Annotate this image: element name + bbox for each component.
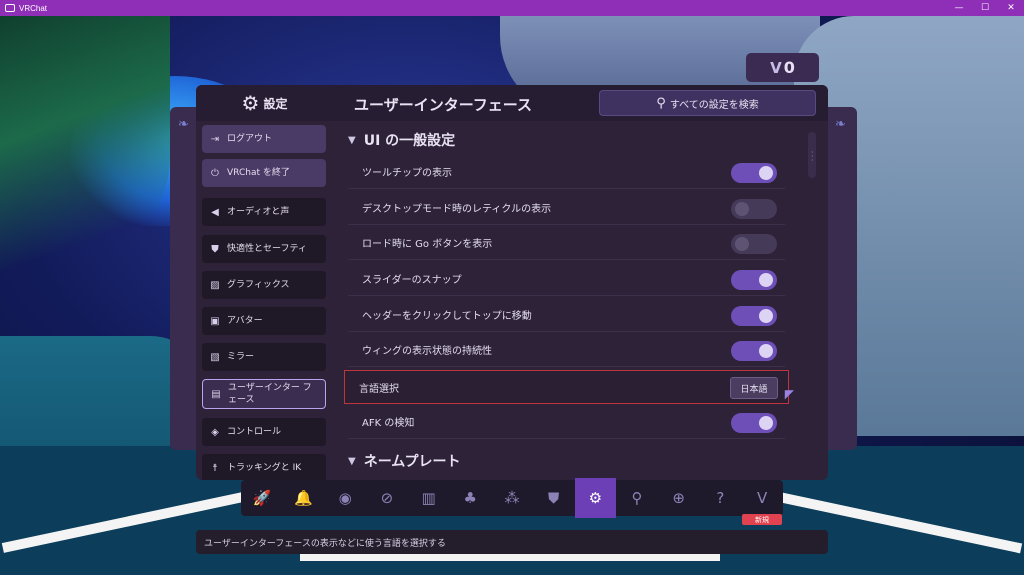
desktop-reticle-toggle[interactable] bbox=[731, 199, 777, 219]
setting-row: AFK の検知 bbox=[348, 405, 785, 439]
window-title: VRChat bbox=[19, 3, 48, 13]
sidebar-item-logout[interactable]: ⇥ ログアウト bbox=[202, 125, 326, 153]
avatar-book-icon: ▥ bbox=[421, 489, 436, 507]
gear-icon: ⚙ bbox=[241, 91, 260, 115]
sidebar-item-comfort-safety[interactable]: ⛊ 快適性とセーフティ bbox=[202, 235, 326, 263]
wing-persistence-toggle[interactable] bbox=[731, 341, 777, 361]
tooltip-toggle[interactable] bbox=[731, 163, 777, 183]
setting-row: ツールチップの表示 bbox=[348, 155, 785, 189]
shield-icon: ⛊ bbox=[211, 243, 219, 255]
new-badge: 新規 bbox=[742, 514, 782, 525]
settings-panel: ⚙ 設定 ユーザーインターフェース ⚲ すべての設定を検索 ⇥ ログアウト ⏻ … bbox=[196, 85, 828, 480]
vrc-currency-badge[interactable]: V 0 bbox=[746, 53, 819, 82]
vrchat-app-icon bbox=[5, 4, 15, 12]
window-titlebar: VRChat — ☐ ✕ bbox=[0, 0, 1024, 16]
minimize-button[interactable]: — bbox=[946, 0, 972, 16]
tooltip-description: ユーザーインターフェースの表示などに使う言語を選択する bbox=[196, 530, 828, 554]
network-icon: ⁂ bbox=[504, 489, 520, 507]
add-icon: ⊕ bbox=[672, 489, 685, 507]
settings-label: 設定 bbox=[263, 96, 288, 111]
compass-icon: ⊘ bbox=[380, 489, 394, 507]
sidebar-item-avatar[interactable]: ▣ アバター bbox=[202, 307, 326, 335]
wing-feather-icon: ❧ bbox=[835, 117, 846, 132]
vrchat-plus-button[interactable]: V bbox=[741, 480, 783, 516]
maximize-button[interactable]: ☐ bbox=[972, 0, 998, 16]
avatars-button[interactable]: ▥ bbox=[408, 480, 450, 516]
chevron-down-icon: ▼ bbox=[348, 134, 356, 146]
wing-feather-icon: ❧ bbox=[178, 117, 189, 132]
search-label: すべての設定を検索 bbox=[669, 99, 759, 111]
group-icon: ♣ bbox=[463, 489, 477, 507]
page-title: ユーザーインターフェース bbox=[354, 96, 533, 114]
sidebar-item-audio[interactable]: ◀ オーディオと声 bbox=[202, 198, 326, 226]
social-button[interactable]: ⁂ bbox=[491, 480, 533, 516]
profile-icon: ◉ bbox=[338, 489, 352, 507]
search-icon: ⚲ bbox=[631, 489, 643, 507]
slider-snap-toggle[interactable] bbox=[731, 270, 777, 290]
sidebar-item-mirror[interactable]: ▧ ミラー bbox=[202, 343, 326, 371]
worlds-button[interactable]: ⊘ bbox=[366, 480, 408, 516]
sidebar-item-tracking-ik[interactable]: ☨ トラッキングと IK bbox=[202, 454, 326, 480]
safety-shield-icon: ⛊ bbox=[548, 489, 560, 507]
settings-button[interactable]: ⚙ bbox=[574, 478, 617, 518]
launchpad-button[interactable]: 🚀 bbox=[241, 480, 283, 516]
settings-heading: ⚙ 設定 bbox=[196, 85, 333, 121]
rocket-icon: 🚀 bbox=[252, 489, 272, 507]
logout-icon: ⇥ bbox=[210, 133, 220, 145]
search-icon: ⚲ bbox=[656, 95, 666, 111]
right-wing[interactable]: ❧ bbox=[827, 107, 857, 450]
mouse-cursor-icon: ◤ bbox=[784, 387, 794, 401]
help-button[interactable]: ? bbox=[700, 480, 742, 516]
section-header-ui-general[interactable]: ▼ UI の一般設定 bbox=[348, 130, 455, 150]
panel-header: ⚙ 設定 ユーザーインターフェース ⚲ すべての設定を検索 bbox=[196, 85, 828, 121]
help-icon: ? bbox=[716, 489, 725, 507]
sidebar-item-controls[interactable]: ◈ コントロール bbox=[202, 418, 326, 446]
vrchat-plus-icon: V bbox=[756, 489, 768, 507]
avatar-icon: ▣ bbox=[210, 315, 220, 327]
section-header-nameplate[interactable]: ▼ ネームプレート bbox=[348, 451, 460, 471]
power-icon: ⏻ bbox=[211, 167, 219, 179]
scroll-grip-icon: · · · bbox=[811, 148, 814, 165]
language-select[interactable]: 日本語 bbox=[730, 377, 778, 399]
setting-row: ウィングの表示状態の持続性 bbox=[348, 333, 785, 367]
setting-row: ヘッダーをクリックしてトップに移動 bbox=[348, 298, 785, 332]
notifications-button[interactable]: 🔔 bbox=[283, 480, 325, 516]
setting-row-language[interactable]: 言語選択 日本語 ◤ bbox=[344, 370, 794, 404]
mirror-icon: ▧ bbox=[210, 351, 220, 363]
close-button[interactable]: ✕ bbox=[998, 0, 1024, 16]
safety-button[interactable]: ⛊ bbox=[533, 480, 575, 516]
vrc-credits-icon: V bbox=[770, 58, 782, 77]
search-button[interactable]: ⚲ bbox=[616, 480, 658, 516]
go-button-toggle[interactable] bbox=[731, 234, 777, 254]
afk-detection-toggle[interactable] bbox=[731, 413, 777, 433]
bell-icon: 🔔 bbox=[294, 489, 313, 507]
profile-button[interactable]: ◉ bbox=[324, 480, 366, 516]
add-button[interactable]: ⊕ bbox=[658, 480, 700, 516]
currency-amount: 0 bbox=[783, 58, 795, 77]
sidebar-item-graphics[interactable]: ▨ グラフィックス bbox=[202, 271, 326, 299]
setting-row: ロード時に Go ボタンを表示 bbox=[348, 226, 785, 260]
setting-row: デスクトップモード時のレティクルの表示 bbox=[348, 191, 785, 225]
setting-row: スライダーのスナップ bbox=[348, 262, 785, 296]
image-icon: ▨ bbox=[210, 279, 220, 291]
chevron-down-icon: ▼ bbox=[348, 455, 356, 467]
search-all-settings-button[interactable]: ⚲ すべての設定を検索 bbox=[599, 90, 816, 116]
groups-button[interactable]: ♣ bbox=[449, 480, 491, 516]
settings-gear-icon: ⚙ bbox=[588, 489, 603, 507]
gamepad-icon: ◈ bbox=[211, 426, 219, 438]
figure-icon: ☨ bbox=[212, 462, 218, 474]
sidebar-item-user-interface[interactable]: ▤ ユーザーインター フェース bbox=[202, 379, 326, 409]
ui-icon: ▤ bbox=[211, 388, 221, 400]
header-scroll-top-toggle[interactable] bbox=[731, 306, 777, 326]
speaker-icon: ◀ bbox=[211, 206, 219, 218]
sidebar-item-quit[interactable]: ⏻ VRChat を終了 bbox=[202, 159, 326, 187]
quick-menu-dock: 🚀 🔔 ◉ ⊘ ▥ ♣ ⁂ ⛊ ⚙ ⚲ ⊕ ? V bbox=[241, 478, 783, 518]
